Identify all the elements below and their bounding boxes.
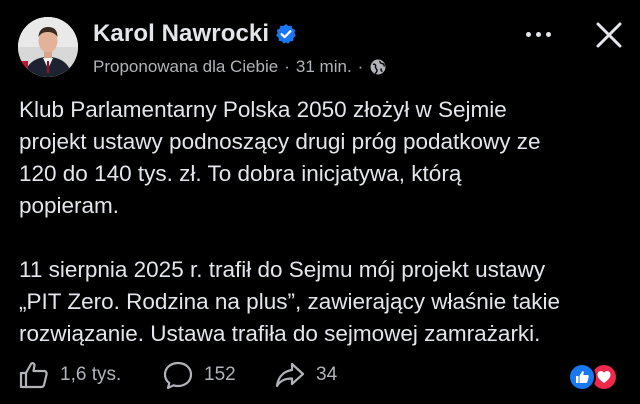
post-paragraph-1: Klub Parlamentarny Polska 2050 złożył w … [19, 94, 631, 222]
comment-button[interactable]: 152 [162, 360, 236, 390]
post-paragraph-2: 11 sierpnia 2025 r. trafił do Sejmu mój … [19, 254, 631, 350]
share-count: 34 [316, 364, 338, 385]
meta-separator: · [284, 57, 290, 76]
meta-separator-2: · [357, 57, 364, 76]
post-text: Klub Parlamentarny Polska 2050 złożył w … [19, 94, 631, 350]
author-row: Karol Nawrocki [93, 20, 297, 48]
like-count: 1,6 tys. [60, 364, 122, 385]
share-button[interactable]: 34 [274, 360, 337, 390]
post-meta: Proponowana dla Ciebie · 31 min. · [93, 57, 387, 77]
text-line: „PIT Zero. Rodzina na plus”, zawierający… [19, 289, 561, 314]
globe-icon [369, 58, 387, 76]
text-line: rozwiązanie. Ustawa trafiła do sejmowej … [19, 321, 541, 346]
comment-count: 152 [204, 364, 236, 385]
share-arrow-icon [274, 360, 306, 390]
more-options-icon[interactable] [520, 24, 556, 44]
comment-bubble-icon [162, 360, 194, 390]
text-line: 11 sierpnia 2025 r. trafił do Sejmu mój … [19, 257, 546, 282]
text-line: 120 do 140 tys. zł. To dobra inicjatywa,… [19, 161, 462, 186]
verified-badge-icon [275, 23, 297, 45]
text-line: Klub Parlamentarny Polska 2050 złożył w … [19, 97, 507, 122]
reactions-summary[interactable] [568, 363, 624, 391]
post-actions: 1,6 tys. 152 34 [0, 356, 640, 396]
profile-photo [18, 17, 78, 77]
like-button[interactable]: 1,6 tys. [18, 360, 121, 390]
post-time[interactable]: 31 min. [296, 57, 352, 77]
avatar[interactable] [18, 17, 78, 77]
text-line: popieram. [19, 193, 120, 218]
facebook-post: Karol Nawrocki Proponowana dla Ciebie · … [0, 0, 640, 404]
close-icon[interactable] [592, 18, 626, 52]
suggested-label: Proponowana dla Ciebie [93, 57, 279, 76]
like-reaction-icon [568, 363, 596, 391]
thumbs-up-icon [18, 360, 50, 390]
text-line: projekt ustawy podnoszący drugi próg pod… [19, 129, 541, 154]
author-name[interactable]: Karol Nawrocki [93, 20, 269, 48]
